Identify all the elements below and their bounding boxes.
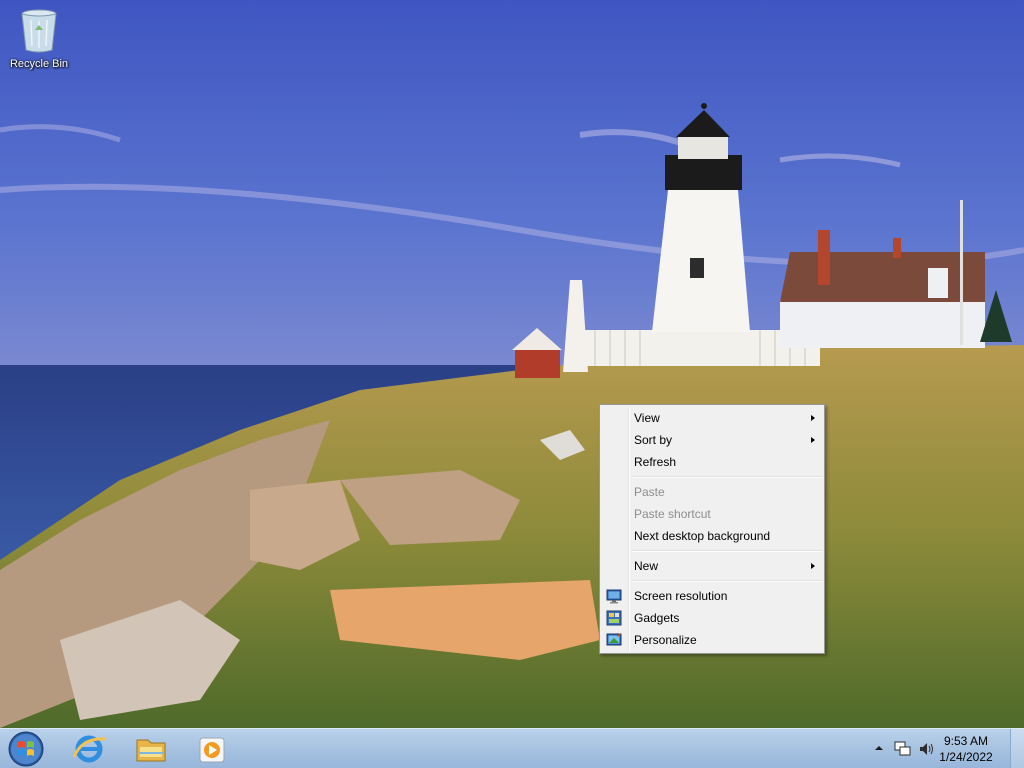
desktop-context-menu: View Sort by Refresh Paste Paste shortcu… <box>599 404 825 654</box>
windows-start-orb-icon <box>8 731 44 767</box>
menu-item-label: Paste <box>634 485 665 499</box>
menu-item-label: New <box>634 559 659 573</box>
gadgets-icon <box>606 610 622 626</box>
clock-time: 9:53 AM <box>943 734 989 748</box>
internet-explorer-icon <box>72 735 107 763</box>
menu-item-personalize[interactable]: Personalize <box>600 629 824 651</box>
menu-separator <box>632 550 822 552</box>
menu-item-label: Personalize <box>634 633 697 647</box>
taskbar: 9:53 AM 1/24/2022 <box>0 728 1024 768</box>
screen-resolution-icon <box>606 589 622 604</box>
desktop[interactable]: Recycle Bin View Sort by Refresh Paste P… <box>0 0 1024 768</box>
taskbar-media-player[interactable] <box>186 731 240 767</box>
submenu-arrow-icon <box>811 437 815 443</box>
menu-item-label: Sort by <box>634 433 673 447</box>
media-player-icon <box>199 737 225 763</box>
menu-item-gadgets[interactable]: Gadgets <box>600 607 824 629</box>
menu-separator <box>632 580 822 582</box>
menu-item-label: Gadgets <box>634 611 680 625</box>
show-hidden-icons-arrow-icon[interactable] <box>874 743 884 753</box>
menu-separator <box>632 476 822 478</box>
recycle-bin-icon <box>21 9 57 53</box>
desktop-wallpaper <box>0 0 1024 728</box>
show-desktop-button[interactable] <box>1010 729 1024 768</box>
taskbar-clock[interactable]: 9:53 AM 1/24/2022 <box>934 733 998 765</box>
network-icon[interactable] <box>894 741 912 757</box>
start-button[interactable] <box>4 729 48 768</box>
clock-date: 1/24/2022 <box>939 750 993 764</box>
system-tray: 9:53 AM 1/24/2022 <box>864 729 1024 768</box>
menu-item-refresh[interactable]: Refresh <box>600 451 824 473</box>
menu-item-screen-resolution[interactable]: Screen resolution <box>600 585 824 607</box>
menu-item-view[interactable]: View <box>600 407 824 429</box>
menu-item-label: View <box>634 411 660 425</box>
menu-item-paste: Paste <box>600 481 824 503</box>
windows-explorer-icon <box>136 739 166 762</box>
personalize-icon <box>606 633 622 646</box>
menu-item-next-desktop-background[interactable]: Next desktop background <box>600 525 824 547</box>
menu-item-label: Paste shortcut <box>634 507 711 521</box>
menu-item-label: Refresh <box>634 455 677 469</box>
taskbar-internet-explorer[interactable] <box>62 731 116 767</box>
menu-item-new[interactable]: New <box>600 555 824 577</box>
menu-item-sort-by[interactable]: Sort by <box>600 429 824 451</box>
desktop-icon-label: Recycle Bin <box>9 58 69 70</box>
menu-item-label: Screen resolution <box>634 589 728 603</box>
submenu-arrow-icon <box>811 563 815 569</box>
submenu-arrow-icon <box>811 415 815 421</box>
menu-item-label: Next desktop background <box>634 529 771 543</box>
menu-item-paste-shortcut: Paste shortcut <box>600 503 824 525</box>
desktop-icon-recycle-bin[interactable]: Recycle Bin <box>4 6 74 76</box>
taskbar-windows-explorer[interactable] <box>124 731 178 767</box>
